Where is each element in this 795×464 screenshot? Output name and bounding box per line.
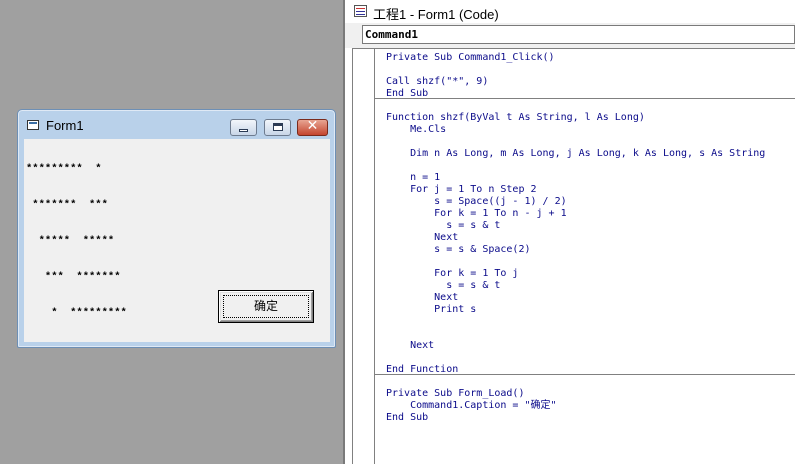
margin-indicator-bar[interactable]	[353, 49, 375, 464]
code-line[interactable]: Next	[386, 292, 765, 304]
code-line[interactable]: For k = 1 To n - j + 1	[386, 208, 765, 220]
form1-window: Form1 ✕ ********* * ******* *** ***** **…	[17, 109, 336, 348]
code-line[interactable]	[386, 328, 765, 340]
code-window: 工程1 - Form1 (Code) Command1 Private Sub …	[345, 0, 795, 464]
code-line[interactable]: s = s & t	[386, 280, 765, 292]
code-line[interactable]	[386, 136, 765, 148]
close-button[interactable]: ✕	[297, 118, 328, 136]
code-line[interactable]: Call shzf("*", 9)	[386, 76, 765, 88]
form1-client-area: ********* * ******* *** ***** ***** *** …	[24, 139, 330, 342]
code-line[interactable]: Dim n As Long, m As Long, j As Long, k A…	[386, 148, 765, 160]
code-line[interactable]: s = s & Space(2)	[386, 244, 765, 256]
code-line[interactable]	[386, 316, 765, 328]
code-line[interactable]	[386, 376, 765, 388]
code-line[interactable]	[386, 64, 765, 76]
code-module-icon	[354, 5, 367, 17]
code-line[interactable]: Function shzf(ByVal t As String, l As Lo…	[386, 112, 765, 124]
maximize-button[interactable]	[264, 119, 291, 136]
output-line: * *********	[26, 307, 127, 319]
code-line[interactable]: n = 1	[386, 172, 765, 184]
code-editor[interactable]: Private Sub Command1_Click() Call shzf("*…	[352, 48, 795, 464]
form1-title: Form1	[46, 118, 84, 133]
code-line[interactable]: End Sub	[386, 88, 765, 100]
object-dropdown[interactable]: Command1	[362, 25, 795, 44]
code-line[interactable]: Next	[386, 232, 765, 244]
close-icon: ✕	[306, 118, 319, 134]
code-line[interactable]	[386, 352, 765, 364]
code-line[interactable]	[386, 100, 765, 112]
code-line[interactable]: s = s & t	[386, 220, 765, 232]
code-line[interactable]: For j = 1 To n Step 2	[386, 184, 765, 196]
code-line[interactable]: Command1.Caption = "确定"	[386, 400, 765, 412]
code-line[interactable]: Next	[386, 340, 765, 352]
printed-output: ********* * ******* *** ***** ***** *** …	[26, 139, 127, 343]
form1-titlebar[interactable]: Form1 ✕	[18, 110, 335, 138]
code-window-title: 工程1 - Form1 (Code)	[373, 7, 499, 22]
output-line: ********* *	[26, 163, 102, 175]
code-lines: Private Sub Command1_Click() Call shzf("*…	[386, 52, 765, 424]
maximize-icon	[273, 123, 283, 131]
code-line[interactable]: For k = 1 To j	[386, 268, 765, 280]
object-bar: Command1	[345, 23, 795, 48]
output-line: *** *******	[26, 271, 121, 283]
code-window-titlebar[interactable]: 工程1 - Form1 (Code)	[345, 0, 795, 24]
command1-button[interactable]: 确定	[218, 290, 314, 323]
code-line[interactable]	[386, 256, 765, 268]
code-line[interactable]: Print s	[386, 304, 765, 316]
code-line[interactable]: End Function	[386, 364, 765, 376]
code-line[interactable]	[386, 160, 765, 172]
minimize-icon	[239, 129, 248, 132]
command1-label: 确定	[253, 299, 278, 313]
code-line[interactable]: s = Space((j - 1) / 2)	[386, 196, 765, 208]
form-icon	[27, 120, 39, 130]
minimize-button[interactable]	[230, 119, 257, 136]
code-line[interactable]: Private Sub Command1_Click()	[386, 52, 765, 64]
code-line[interactable]: Private Sub Form_Load()	[386, 388, 765, 400]
output-line: ***** *****	[26, 235, 115, 247]
code-line[interactable]: Me.Cls	[386, 124, 765, 136]
code-line[interactable]: End Sub	[386, 412, 765, 424]
output-line: ******* ***	[26, 199, 108, 211]
